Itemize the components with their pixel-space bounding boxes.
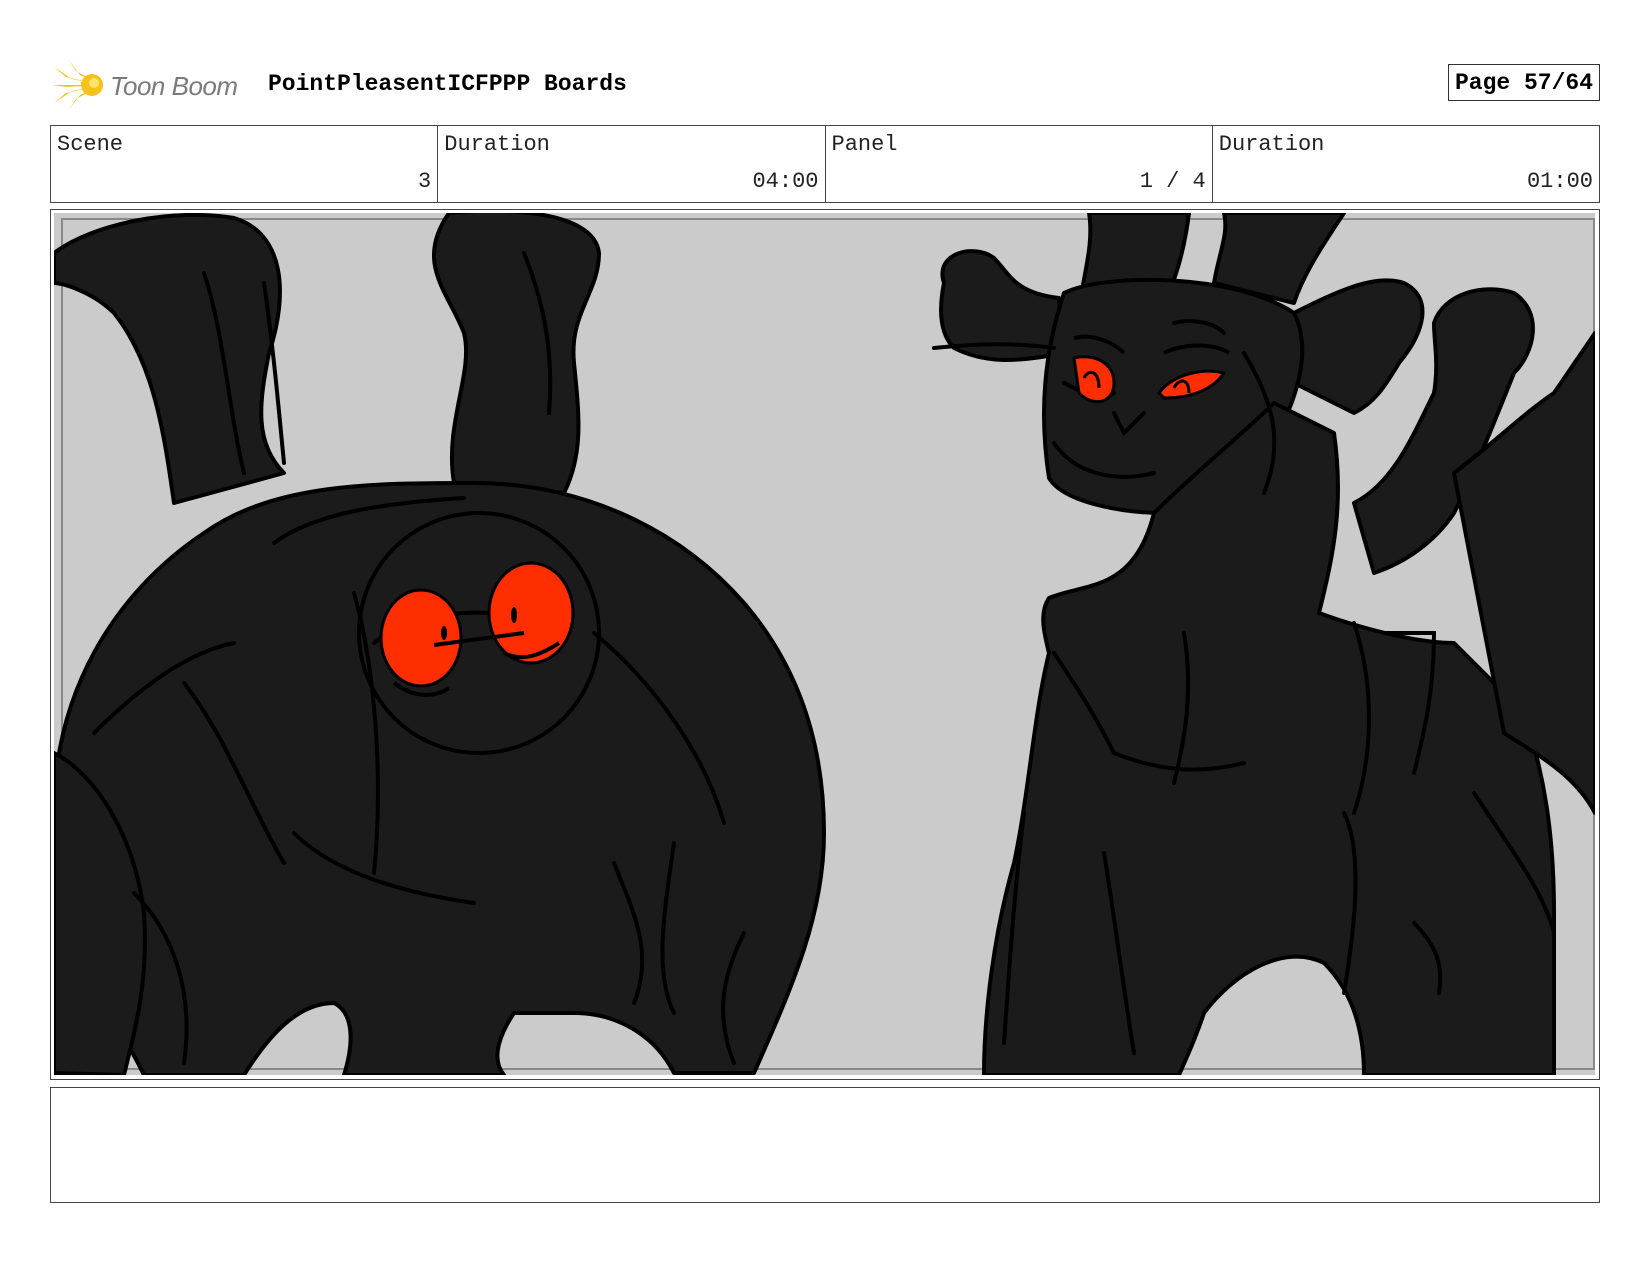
page-header: Toon Boom PointPleasentICFPPP Boards Pag… [50,55,1600,115]
scene-duration-value: 04:00 [752,169,819,194]
toon-boom-logo: Toon Boom [52,59,252,111]
panel-notes [50,1087,1600,1203]
starburst-icon [52,59,103,111]
panel-value: 1 / 4 [1139,169,1206,194]
panel-duration-label: Duration [1218,132,1325,157]
panel-duration-cell: Duration 01:00 [1213,126,1599,202]
project-title: PointPleasentICFPPP Boards [268,71,627,97]
panel-drawing [54,213,1595,1075]
scene-value: 3 [418,169,432,194]
panel-cell: Panel 1 / 4 [826,126,1213,202]
storyboard-panel [50,209,1600,1080]
panel-info-row: Scene 3 Duration 04:00 Panel 1 / 4 Durat… [50,125,1600,203]
page-number: Page 57/64 [1447,64,1600,101]
scene-cell: Scene 3 [51,126,439,202]
scene-duration-label: Duration [444,132,550,157]
panel-label: Panel [831,132,898,157]
logo-wordmark: Toon Boom [110,71,238,101]
scene-duration-cell: Duration 04:00 [438,126,826,202]
panel-duration-value: 01:00 [1526,169,1593,194]
scene-label: Scene [57,132,124,157]
